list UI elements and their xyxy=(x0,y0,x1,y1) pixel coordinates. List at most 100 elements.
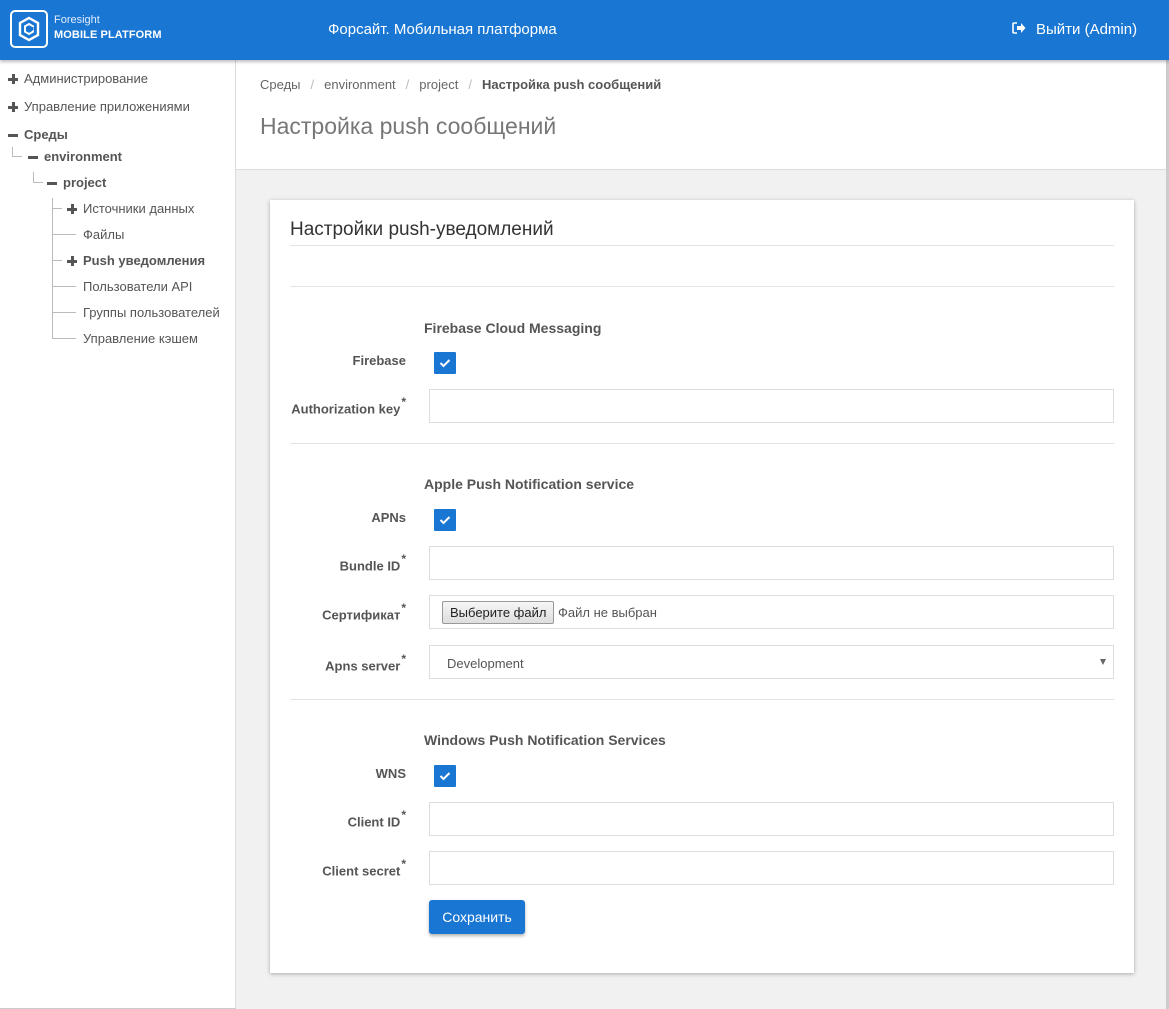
sidebar-item-api-users[interactable]: Пользователи API xyxy=(83,279,192,294)
client-id-label: Client ID* xyxy=(347,808,406,830)
certificate-label: Сертификат* xyxy=(322,601,406,622)
breadcrumb-separator: / xyxy=(310,77,315,92)
sidebar-item-label: Управление кэшем xyxy=(83,331,198,346)
required-mark: * xyxy=(401,652,406,666)
sidebar-item-label: environment xyxy=(44,149,123,164)
logout-label: Выйти (Admin) xyxy=(1036,21,1138,38)
tree-line xyxy=(52,286,76,287)
file-status-text: Файл не выбран xyxy=(558,605,657,620)
divider xyxy=(290,286,1114,287)
tree-line xyxy=(52,234,76,235)
authorization-key-label: Authorization key* xyxy=(291,395,406,417)
sidebar-tree: Администрирование Управление приложениям… xyxy=(0,60,236,1009)
label-text: Authorization key xyxy=(291,401,401,417)
breadcrumb: Среды / environment / project / Настройк… xyxy=(260,77,661,92)
page-title: Настройка push сообщений xyxy=(260,113,557,139)
expand-plus-icon[interactable] xyxy=(67,203,77,214)
sidebar-item-label: Push уведомления xyxy=(83,253,206,268)
sidebar-item-environments[interactable]: Среды xyxy=(8,127,68,142)
tree-line xyxy=(52,260,62,261)
choose-file-button[interactable]: Выберите файл xyxy=(442,601,555,624)
breadcrumb-item-project[interactable]: project xyxy=(419,77,458,92)
tree-line xyxy=(52,208,62,209)
firebase-checkbox[interactable] xyxy=(434,352,456,374)
apns-server-select[interactable]: Development xyxy=(429,645,1114,679)
app-title: Форсайт. Мобильная платформа xyxy=(328,21,557,38)
sidebar-item-project[interactable]: project xyxy=(47,175,106,190)
required-mark: * xyxy=(401,601,406,615)
expand-plus-icon[interactable] xyxy=(8,101,18,112)
collapse-minus-icon[interactable] xyxy=(8,130,18,140)
push-settings-card: Настройки push-уведомлений Firebase Clou… xyxy=(270,200,1134,973)
divider xyxy=(290,699,1114,700)
collapse-minus-icon[interactable] xyxy=(47,178,57,188)
tree-line xyxy=(52,338,76,339)
breadcrumb-separator: / xyxy=(468,77,472,92)
sign-out-icon xyxy=(1012,21,1026,38)
breadcrumb-item-environments[interactable]: Среды xyxy=(260,77,301,92)
save-button[interactable]: Сохранить xyxy=(429,900,525,934)
sidebar-item-app-management[interactable]: Управление приложениями xyxy=(8,99,190,114)
breadcrumb-separator: / xyxy=(405,77,410,92)
sidebar-item-label: Пользователи API xyxy=(83,279,193,294)
tree-line xyxy=(33,182,43,183)
apns-checkbox[interactable] xyxy=(434,509,456,531)
sidebar-item-administration[interactable]: Администрирование xyxy=(8,71,148,86)
collapse-minus-icon[interactable] xyxy=(28,152,38,162)
breadcrumb-item-environment[interactable]: environment xyxy=(324,77,396,92)
sidebar-item-label: Источники данных xyxy=(83,201,195,216)
required-mark: * xyxy=(401,552,406,566)
client-secret-input[interactable] xyxy=(429,851,1114,885)
sidebar-item-cache-management[interactable]: Управление кэшем xyxy=(83,331,198,346)
expand-plus-icon[interactable] xyxy=(8,73,18,84)
foresight-logo-icon[interactable] xyxy=(10,10,48,48)
breadcrumb-current: Настройка push сообщений xyxy=(481,77,662,92)
sidebar-item-data-sources[interactable]: Источники данных xyxy=(67,201,194,216)
label-text: Apns server xyxy=(325,658,401,674)
card-title: Настройки push-уведомлений xyxy=(290,219,554,240)
client-id-input[interactable] xyxy=(429,802,1114,836)
divider xyxy=(290,443,1114,444)
bundle-id-input[interactable] xyxy=(429,546,1114,580)
wns-checkbox[interactable] xyxy=(434,765,456,787)
wns-toggle-label: WNS xyxy=(375,766,406,781)
bundle-id-label: Bundle ID* xyxy=(339,552,406,574)
sidebar-item-environment[interactable]: environment xyxy=(28,149,122,164)
sidebar-item-label: Среды xyxy=(24,127,68,142)
label-text: Client ID xyxy=(347,814,401,830)
firebase-toggle-label: Firebase xyxy=(352,353,406,368)
apns-server-label: Apns server* xyxy=(325,652,406,674)
tree-line xyxy=(52,312,76,313)
checkmark-icon xyxy=(439,359,451,368)
sidebar-item-label: project xyxy=(63,175,107,190)
label-text: Bundle ID xyxy=(339,558,401,574)
sidebar-item-push-notifications[interactable]: Push уведомления xyxy=(67,253,205,268)
required-mark: * xyxy=(401,808,406,822)
logout-button[interactable]: Выйти (Admin) xyxy=(1012,21,1137,38)
certificate-file-input: Выберите файл Файл не выбран xyxy=(429,595,1114,629)
page-header: Среды / environment / project / Настройк… xyxy=(236,60,1169,170)
sidebar-item-files[interactable]: Файлы xyxy=(83,227,124,242)
authorization-key-input[interactable] xyxy=(429,389,1114,423)
top-bar: Foresight MOBILE PLATFORM Форсайт. Мобил… xyxy=(0,0,1169,60)
required-mark: * xyxy=(401,857,406,871)
tree-line xyxy=(12,156,22,157)
sidebar-item-label: Файлы xyxy=(83,227,125,242)
section-title-apns: Apple Push Notification service xyxy=(424,476,635,492)
section-title-wns: Windows Push Notification Services xyxy=(424,732,666,748)
checkmark-icon xyxy=(439,516,451,525)
logo-product: MOBILE PLATFORM xyxy=(54,29,162,41)
label-text: Client secret xyxy=(322,863,401,879)
client-secret-label: Client secret* xyxy=(322,857,406,879)
logo-text: Foresight MOBILE PLATFORM xyxy=(54,13,162,43)
checkmark-icon xyxy=(439,772,451,781)
expand-plus-icon[interactable] xyxy=(67,255,77,266)
dropdown-arrow-icon xyxy=(1100,659,1106,665)
logo-brand: Foresight xyxy=(54,14,100,26)
tree-line xyxy=(52,198,53,338)
sidebar-item-label: Управление приложениями xyxy=(24,99,190,114)
divider xyxy=(290,245,1114,246)
sidebar-item-label: Администрирование xyxy=(24,71,148,86)
section-title-firebase: Firebase Cloud Messaging xyxy=(424,320,602,336)
sidebar-item-user-groups[interactable]: Группы пользователей xyxy=(83,305,220,320)
